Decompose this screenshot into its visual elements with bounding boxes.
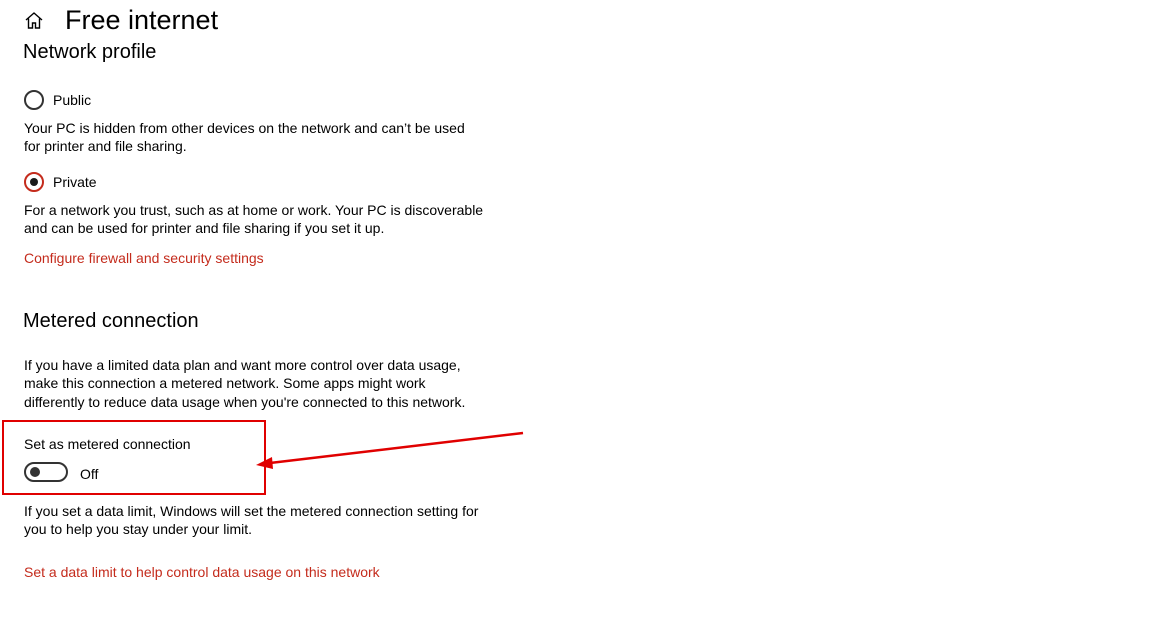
public-description: Your PC is hidden from other devices on … bbox=[24, 120, 465, 155]
home-icon[interactable] bbox=[24, 11, 44, 31]
metered-description: If you have a limited data plan and want… bbox=[24, 357, 466, 410]
annotation-highlight-box bbox=[2, 420, 266, 495]
set-data-limit-link[interactable]: Set a data limit to help control data us… bbox=[24, 563, 380, 581]
settings-page: Free internet Network profile Public You… bbox=[0, 0, 1151, 627]
data-limit-note: If you set a data limit, Windows will se… bbox=[24, 503, 479, 538]
configure-firewall-link[interactable]: Configure firewall and security settings bbox=[24, 249, 264, 267]
metered-connection-toggle[interactable] bbox=[24, 462, 68, 482]
radio-label-public: Public bbox=[53, 92, 92, 108]
radio-public[interactable]: Public bbox=[24, 90, 91, 110]
toggle-knob bbox=[30, 467, 40, 477]
page-title: Free internet bbox=[65, 5, 219, 35]
radio-button-public[interactable] bbox=[24, 90, 44, 110]
private-description: For a network you trust, such as at home… bbox=[24, 202, 484, 237]
metered-connection-heading: Metered connection bbox=[23, 310, 199, 332]
toggle-state-label: Off bbox=[80, 466, 99, 482]
network-profile-heading: Network profile bbox=[23, 41, 157, 63]
radio-private[interactable]: Private bbox=[24, 172, 97, 192]
metered-toggle-label: Set as metered connection bbox=[24, 436, 191, 452]
radio-selected-dot bbox=[30, 178, 38, 186]
radio-button-private[interactable] bbox=[24, 172, 44, 192]
radio-label-private: Private bbox=[53, 174, 97, 190]
